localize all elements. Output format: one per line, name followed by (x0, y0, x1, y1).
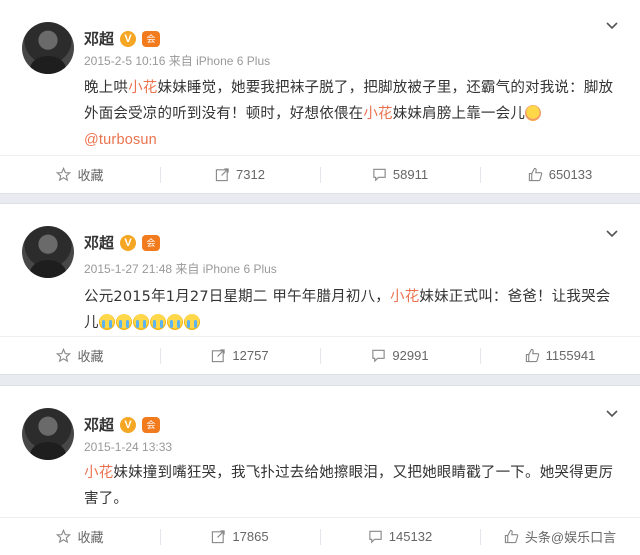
member-icon: 会 (142, 416, 161, 433)
favorite-button[interactable]: 收藏 (0, 337, 160, 374)
avatar[interactable] (22, 22, 74, 74)
hashtag-link[interactable]: 小花 (84, 465, 113, 481)
like-button[interactable]: 1155941 (480, 337, 640, 374)
member-icon: 会 (142, 234, 161, 251)
thumbs-up-icon (525, 348, 540, 363)
author-name[interactable]: 邓超 (84, 232, 114, 253)
repost-button[interactable]: 17865 (160, 518, 320, 555)
crying-emoji-icon (98, 314, 115, 330)
mention-link[interactable]: @turbosun (84, 132, 157, 148)
post-text: 公元2015年1月27日星期二 甲午年腊月初八，小花妹妹正式叫：爸爸！让我哭会儿 (84, 289, 611, 331)
action-bar: 收藏 17865 145132 头条@娱乐口言 (0, 517, 640, 555)
author-row: 邓超 V 会 (84, 414, 161, 435)
post-meta: 2015-1-27 21:48 来自 iPhone 6 Plus (84, 262, 277, 276)
hashtag-link[interactable]: 小花 (390, 289, 419, 305)
comment-icon (371, 348, 386, 363)
feed-separator (0, 193, 640, 204)
repost-icon (211, 348, 226, 363)
comment-button[interactable]: 92991 (320, 337, 480, 374)
post-meta: 2015-2-5 10:16 来自 iPhone 6 Plus (84, 54, 271, 68)
weibo-post: 邓超 V 会 2015-1-27 21:48 来自 iPhone 6 Plus … (0, 204, 640, 374)
crying-emoji-icon (115, 314, 132, 330)
author-row: 邓超 V 会 (84, 28, 161, 49)
like-button[interactable]: 头条@娱乐口言 (480, 518, 640, 555)
post-text: 小花妹妹撞到嘴狂哭，我飞扑过去给她擦眼泪，又把她眼睛戳了一下。她哭得更厉害了。 (84, 465, 614, 507)
post-meta: 2015-1-24 13:33 (84, 440, 173, 454)
crying-emoji-icon (149, 314, 166, 330)
star-icon (56, 167, 72, 182)
author-name[interactable]: 邓超 (84, 28, 114, 49)
favorite-button[interactable]: 收藏 (0, 518, 160, 555)
hashtag-link[interactable]: 小花 (128, 80, 157, 96)
favorite-button[interactable]: 收藏 (0, 156, 160, 193)
shy-emoji-icon (525, 105, 542, 121)
repost-icon (211, 529, 226, 544)
comment-icon (372, 167, 387, 182)
like-button[interactable]: 650133 (480, 156, 640, 193)
avatar[interactable] (22, 226, 74, 278)
crying-emoji-icon (132, 314, 149, 330)
repost-icon (215, 167, 230, 182)
thumbs-up-icon (528, 167, 543, 182)
verified-icon: V (120, 234, 137, 251)
post-text: 晚上哄小花妹妹睡觉，她要我把袜子脱了，把脚放被子里，还霸气的对我说：脚放外面会受… (84, 80, 614, 148)
crying-emoji-icon (166, 314, 183, 330)
action-bar: 收藏 12757 92991 1155941 (0, 336, 640, 374)
crying-emoji-icon (183, 314, 200, 330)
star-icon (56, 529, 72, 544)
comment-button[interactable]: 58911 (320, 156, 480, 193)
chevron-down-icon[interactable] (606, 408, 618, 420)
thumbs-up-icon (504, 529, 519, 544)
star-icon (56, 348, 72, 363)
action-bar: 收藏 7312 58911 650133 (0, 155, 640, 193)
author-row: 邓超 V 会 (84, 232, 161, 253)
weibo-post: 邓超 V 会 2015-1-24 13:33 小花妹妹撞到嘴狂哭，我飞扑过去给她… (0, 386, 640, 555)
chevron-down-icon[interactable] (606, 228, 618, 240)
verified-icon: V (120, 416, 137, 433)
repost-button[interactable]: 7312 (160, 156, 320, 193)
author-name[interactable]: 邓超 (84, 414, 114, 435)
hashtag-link[interactable]: 小花 (363, 106, 392, 122)
verified-icon: V (120, 30, 137, 47)
member-icon: 会 (142, 30, 161, 47)
comment-button[interactable]: 145132 (320, 518, 480, 555)
chevron-down-icon[interactable] (606, 20, 618, 32)
comment-icon (368, 529, 383, 544)
weibo-post: 邓超 V 会 2015-2-5 10:16 来自 iPhone 6 Plus 晚… (0, 0, 640, 193)
feed-separator (0, 374, 640, 386)
avatar[interactable] (22, 408, 74, 460)
repost-button[interactable]: 12757 (160, 337, 320, 374)
